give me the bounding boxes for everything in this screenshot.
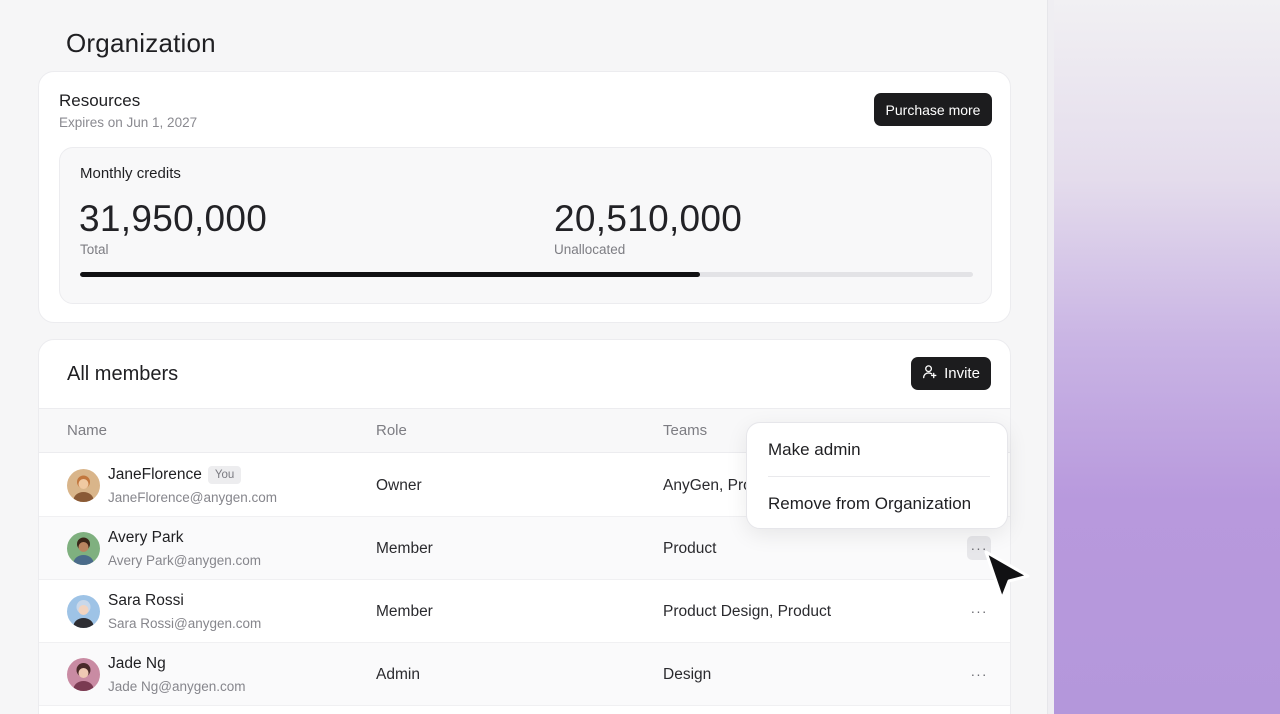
members-title: All members	[67, 363, 179, 385]
member-role: Admin	[376, 666, 420, 683]
resources-card: Resources Expires on Jun 1, 2027 Purchas…	[38, 71, 1011, 323]
member-teams: Design	[663, 666, 712, 683]
more-options-button[interactable]: ···	[967, 662, 991, 686]
menu-divider	[768, 476, 990, 477]
total-credits-value: 31,950,000	[79, 198, 268, 239]
you-badge: You	[207, 466, 242, 484]
member-email: Jade Ng@anygen.com	[108, 679, 246, 694]
monthly-credits-panel: Monthly credits 31,950,000 Total 20,510,…	[59, 147, 992, 304]
member-teams: Product Design, Product	[663, 603, 832, 620]
resources-title: Resources	[59, 91, 141, 110]
decorative-side-panel	[1048, 0, 1280, 714]
column-header-role: Role	[376, 422, 407, 439]
column-header-name: Name	[67, 422, 108, 439]
member-context-menu: Make admin Remove from Organization	[746, 422, 1008, 529]
monthly-credits-label: Monthly credits	[80, 165, 181, 182]
member-name: Sara Rossi	[108, 592, 184, 609]
member-role: Owner	[376, 477, 422, 494]
invite-label: Invite	[944, 365, 980, 382]
side-panel-edge	[1048, 0, 1054, 714]
member-email: Sara Rossi@anygen.com	[108, 616, 262, 631]
avatar	[67, 595, 100, 628]
invite-button[interactable]: Invite	[911, 357, 991, 390]
total-credits-label: Total	[80, 242, 109, 257]
menu-item-remove-from-organization[interactable]: Remove from Organization	[768, 494, 971, 514]
member-email: JaneFlorence@anygen.com	[108, 490, 278, 505]
credits-progress-fill	[80, 272, 700, 277]
unallocated-credits-label: Unallocated	[554, 242, 626, 257]
table-row[interactable]: Jade Ng Jade Ng@anygen.com Admin Design …	[39, 643, 1010, 706]
more-horizontal-icon: ···	[970, 603, 988, 619]
member-name: Avery Park	[108, 529, 184, 546]
menu-item-make-admin[interactable]: Make admin	[768, 440, 861, 460]
more-options-button[interactable]: ···	[967, 599, 991, 623]
member-teams: Product	[663, 540, 717, 557]
resources-expiry: Expires on Jun 1, 2027	[59, 115, 198, 130]
page-title: Organization	[66, 28, 216, 58]
avatar	[67, 469, 100, 502]
member-role: Member	[376, 603, 433, 620]
user-plus-icon	[922, 364, 937, 383]
member-role: Member	[376, 540, 433, 557]
member-email: Avery Park@anygen.com	[108, 553, 262, 568]
main-panel: Organization Resources Expires on Jun 1,…	[0, 0, 1048, 714]
avatar	[67, 658, 100, 691]
table-row[interactable]: Sara Rossi Sara Rossi@anygen.com Member …	[39, 580, 1010, 643]
avatar	[67, 532, 100, 565]
unallocated-credits-value: 20,510,000	[554, 198, 743, 239]
credits-progress-bar	[80, 272, 973, 277]
more-horizontal-icon: ···	[970, 666, 988, 682]
member-name: JaneFlorence	[108, 466, 202, 483]
column-header-teams: Teams	[663, 422, 708, 439]
purchase-more-button[interactable]: Purchase more	[874, 93, 992, 126]
purchase-more-label: Purchase more	[885, 101, 981, 118]
member-name: Jade Ng	[108, 655, 166, 672]
pointer-cursor-icon	[982, 548, 1034, 602]
